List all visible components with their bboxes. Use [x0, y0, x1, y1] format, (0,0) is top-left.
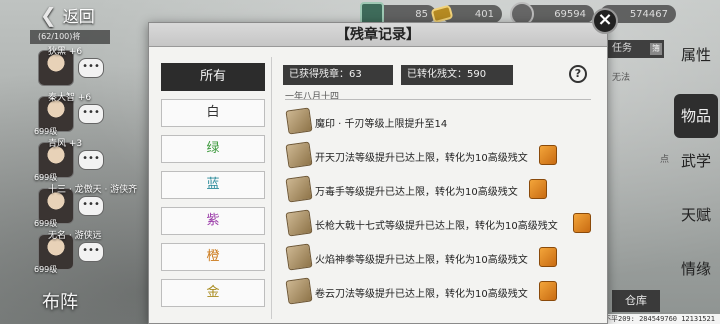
- chat-bubble-icon[interactable]: •••: [78, 150, 104, 170]
- character-slot[interactable]: 狄黑 +6 •••: [32, 46, 112, 92]
- warehouse-button[interactable]: 仓库: [612, 290, 660, 312]
- record-row: 万毒手等级提升已达上限，转化为10高级残文: [283, 175, 593, 207]
- record-text: 万毒手等级提升已达上限，转化为10高级残文: [315, 187, 518, 198]
- advanced-text-icon: [573, 213, 591, 233]
- help-icon[interactable]: ?: [569, 65, 587, 83]
- filter-orange[interactable]: 橙: [161, 243, 265, 271]
- record-row: 长枪大戟十七式等级提升已达上限，转化为10高级残文: [283, 209, 593, 241]
- resource-silver[interactable]: 69594: [510, 2, 594, 26]
- resource-value: 69594: [554, 8, 586, 20]
- character-name: 十三 · 龙傲天 · 游侠齐: [48, 185, 138, 195]
- background-text: 点: [660, 155, 670, 165]
- character-slot[interactable]: 无名 · 游侠远 699级 •••: [32, 230, 112, 276]
- date-divider: [285, 99, 591, 100]
- resource-value: 85: [415, 8, 428, 20]
- filter-white[interactable]: 白: [161, 99, 265, 127]
- divider: [271, 57, 272, 319]
- fragment-scroll-icon: [285, 141, 313, 169]
- background-text: 无法: [612, 73, 631, 83]
- character-name: 秦大智 +6: [48, 93, 92, 103]
- side-tab-bonds[interactable]: 情缘: [674, 258, 718, 302]
- record-row: 卷云刀法等级提升已达上限，转化为10高级残文: [283, 277, 593, 309]
- record-row: 火焰神拳等级提升已达上限，转化为10高级残文: [283, 243, 593, 275]
- filter-blue[interactable]: 蓝: [161, 171, 265, 199]
- filter-green[interactable]: 绿: [161, 135, 265, 163]
- filter-purple[interactable]: 紫: [161, 207, 265, 235]
- back-label: 返回: [62, 7, 95, 26]
- side-tab-items[interactable]: 物品: [674, 94, 718, 138]
- fragment-record-dialog: 【残章记录】 所有 白 绿 蓝 紫 橙 金 已获得残章：63 已转化残文：590…: [148, 22, 608, 324]
- close-icon[interactable]: ×: [592, 8, 618, 34]
- record-list[interactable]: 魔印 · 千刃等级上限提升至14 开天刀法等级提升已达上限，转化为10高级残文 …: [283, 107, 593, 319]
- character-level: 699级: [34, 265, 58, 274]
- side-tab-martial-arts[interactable]: 武学: [674, 150, 718, 194]
- filter-gold[interactable]: 金: [161, 279, 265, 307]
- resource-value: 574467: [629, 8, 668, 20]
- advanced-text-icon: [539, 281, 557, 301]
- character-name: 青风 +3: [48, 139, 83, 149]
- task-tab-label: 任务: [612, 43, 632, 54]
- back-button[interactable]: ❮ 返回: [40, 3, 95, 27]
- advanced-text-icon: [539, 247, 557, 267]
- dialog-title: 【残章记录】: [149, 23, 607, 47]
- record-text: 卷云刀法等级提升已达上限，转化为10高级残文: [315, 289, 528, 300]
- record-date: 一年八月十四: [285, 92, 340, 102]
- character-slot[interactable]: 秦大智 +6 699级 •••: [32, 92, 112, 138]
- fragment-scroll-icon: [285, 175, 313, 203]
- fragment-scroll-icon: [285, 243, 313, 271]
- side-tab-talents[interactable]: 天赋: [674, 204, 718, 248]
- chat-bubble-icon[interactable]: •••: [78, 242, 104, 262]
- character-name: 狄黑 +6: [48, 47, 83, 57]
- record-row: 开天刀法等级提升已达上限，转化为10高级残文: [283, 141, 593, 173]
- character-slot[interactable]: 青风 +3 699级 •••: [32, 138, 112, 184]
- converted-texts-count: 已转化残文：590: [401, 65, 513, 85]
- record-text: 火焰神拳等级提升已达上限，转化为10高级残文: [315, 255, 528, 266]
- chat-bubble-icon[interactable]: •••: [78, 104, 104, 124]
- team-count-header: (62/100)将: [30, 30, 110, 44]
- advanced-text-icon: [539, 145, 557, 165]
- resource-value: 401: [474, 8, 494, 20]
- filter-all[interactable]: 所有: [161, 63, 265, 91]
- task-book-icon: 簿: [650, 43, 662, 55]
- fragment-scroll-icon: [285, 277, 313, 305]
- character-slot[interactable]: 十三 · 龙傲天 · 游侠齐 699级 •••: [32, 184, 137, 230]
- chat-bubble-icon[interactable]: •••: [78, 196, 104, 216]
- chat-bubble-icon[interactable]: •••: [78, 58, 104, 78]
- record-row: 魔印 · 千刃等级上限提升至14: [283, 107, 593, 139]
- record-text: 开天刀法等级提升已达上限，转化为10高级残文: [315, 153, 528, 164]
- chevron-left-icon: ❮: [40, 3, 57, 27]
- character-name: 无名 · 游侠远: [48, 231, 102, 241]
- resource-gold[interactable]: 401: [430, 4, 502, 24]
- task-tab[interactable]: 任务 簿: [606, 40, 664, 58]
- lineup-button[interactable]: 布阵: [30, 286, 104, 320]
- rarity-filter-list: 所有 白 绿 蓝 紫 橙 金: [161, 59, 265, 319]
- record-text: 长枪大戟十七式等级提升已达上限，转化为10高级残文: [315, 221, 558, 232]
- advanced-text-icon: [529, 179, 547, 199]
- fragment-scroll-icon: [285, 209, 313, 237]
- record-text: 魔印 · 千刃等级上限提升至14: [315, 119, 448, 130]
- resource-jade[interactable]: 85: [360, 2, 436, 26]
- fragment-scroll-icon: [285, 107, 313, 135]
- side-tab-attributes[interactable]: 属性: [674, 44, 718, 88]
- obtained-fragments-count: 已获得残章：63: [283, 65, 393, 85]
